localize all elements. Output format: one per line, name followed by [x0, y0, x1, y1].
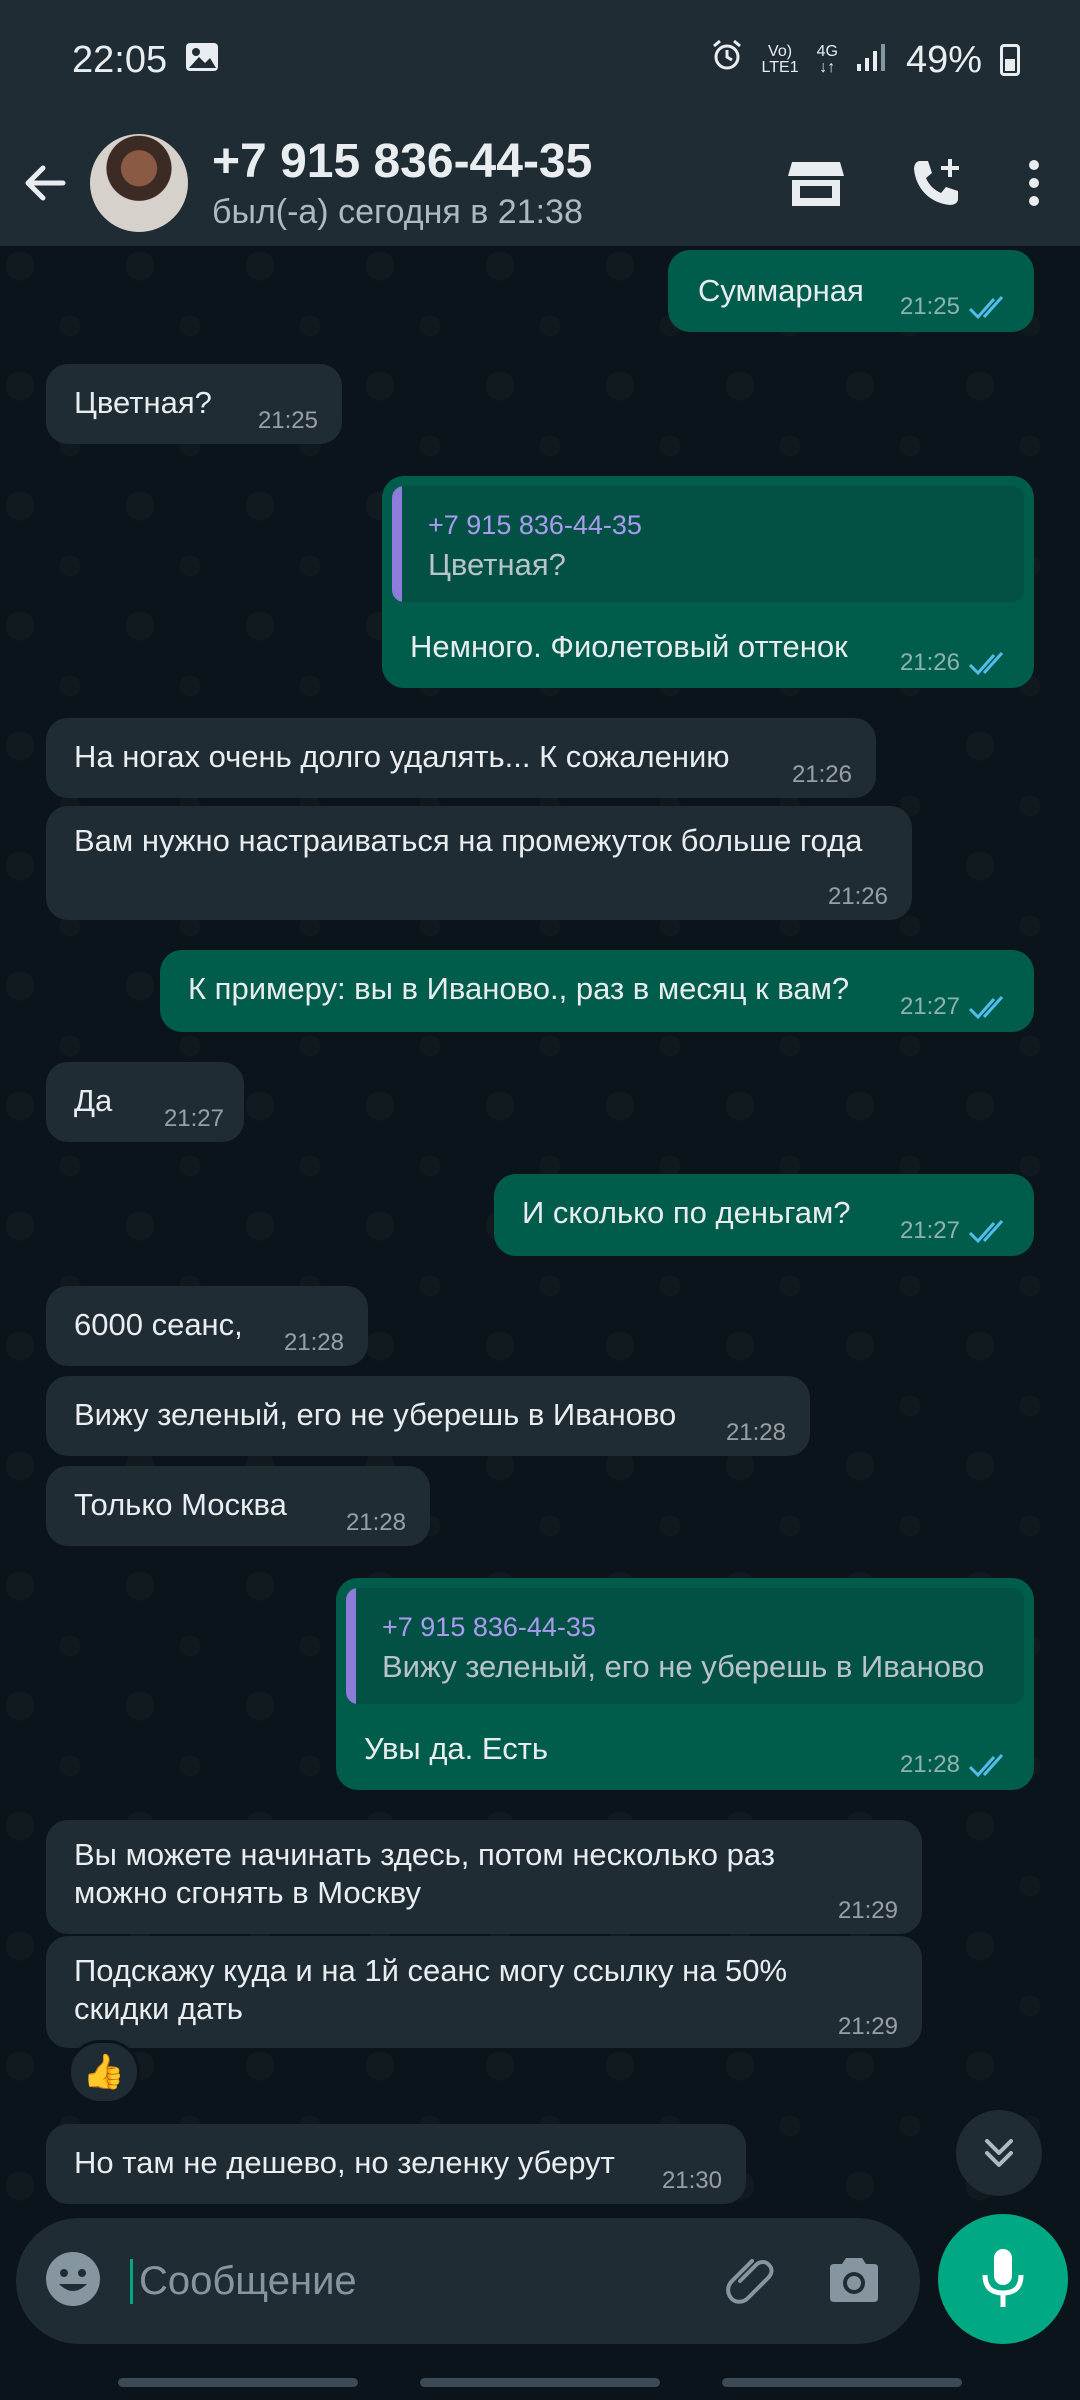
- nav-home[interactable]: [420, 2378, 660, 2387]
- gallery-icon: [185, 39, 219, 82]
- message-text: И сколько по деньгам?: [522, 1195, 851, 1230]
- message-time: 21:28: [283, 1329, 344, 1356]
- emoji-icon[interactable]: [44, 2250, 102, 2313]
- message-text: Немного. Фиолетовый оттенок: [410, 629, 848, 664]
- status-bar: 22:05 Vo) LTE1 4G ↓↑ 49%: [0, 0, 1080, 120]
- nav-back[interactable]: [722, 2378, 962, 2387]
- status-left: 22:05: [72, 39, 219, 82]
- add-call-icon[interactable]: [908, 155, 964, 211]
- signal-icon: [856, 39, 888, 82]
- shop-icon[interactable]: [788, 158, 844, 208]
- message-text: Вам нужно настраиваться на промежуток бо…: [74, 823, 863, 858]
- message-time: 21:28: [725, 1419, 786, 1446]
- read-ticks-icon: [968, 995, 1004, 1019]
- read-ticks-icon: [968, 651, 1004, 675]
- incoming-message[interactable]: Вам нужно настраиваться на промежуток бо…: [46, 806, 912, 920]
- battery-percent: 49%: [905, 38, 982, 81]
- contact-name: +7 915 836-44-35: [212, 135, 593, 188]
- message-text: Суммарная: [698, 273, 864, 308]
- contact-status: был(-а) сегодня в 21:38: [212, 193, 583, 231]
- double-chevron-down-icon: [985, 2139, 1013, 2167]
- message-time: 21:26: [900, 644, 1010, 682]
- quote-author: +7 915 836-44-35: [428, 510, 642, 540]
- nav-recents[interactable]: [118, 2378, 358, 2387]
- incoming-message[interactable]: 6000 сеанс, 21:28: [46, 1286, 368, 1366]
- status-right: Vo) LTE1 4G ↓↑ 49%: [710, 38, 1020, 82]
- outgoing-message[interactable]: И сколько по деньгам? 21:27: [494, 1174, 1034, 1256]
- message-time: 21:27: [900, 1212, 1010, 1250]
- message-text: 6000 сеанс,: [74, 1307, 243, 1342]
- avatar[interactable]: [90, 134, 188, 232]
- incoming-message[interactable]: Вы можете начинать здесь, потом нескольк…: [46, 1820, 922, 1934]
- status-time: 22:05: [72, 38, 168, 81]
- message-time: 21:28: [345, 1509, 406, 1536]
- camera-icon[interactable]: [826, 2254, 882, 2309]
- battery-icon: [1000, 44, 1020, 76]
- incoming-message[interactable]: Цветная? 21:25: [46, 364, 342, 444]
- message-time: 21:27: [163, 1105, 224, 1132]
- system-nav-bar: [0, 2372, 1080, 2400]
- incoming-message[interactable]: На ногах очень долго удалять... К сожале…: [46, 718, 876, 798]
- quoted-message[interactable]: +7 915 836-44-35 Вижу зеленый, его не уб…: [346, 1588, 1024, 1704]
- message-text: Вижу зеленый, его не уберешь в Иваново: [74, 1397, 677, 1432]
- incoming-message[interactable]: Только Москва 21:28: [46, 1466, 430, 1546]
- message-text: Только Москва: [74, 1487, 287, 1522]
- message-input[interactable]: [130, 2258, 722, 2304]
- message-time: 21:29: [837, 2013, 898, 2040]
- message-text: К примеру: вы в Иваново., раз в месяц к …: [188, 971, 850, 1006]
- contact-info[interactable]: +7 915 836-44-35 был(-а) сегодня в 21:38: [212, 134, 788, 232]
- quote-author: +7 915 836-44-35: [382, 1612, 596, 1642]
- message-text: Цветная?: [74, 385, 212, 420]
- alarm-icon: [710, 38, 744, 82]
- message-time: 21:29: [837, 1897, 898, 1924]
- attach-icon[interactable]: [722, 2251, 778, 2312]
- message-time: 21:28: [900, 1746, 1010, 1784]
- read-ticks-icon: [968, 1753, 1004, 1777]
- outgoing-message[interactable]: К примеру: вы в Иваново., раз в месяц к …: [160, 950, 1034, 1032]
- scroll-to-bottom-button[interactable]: [956, 2110, 1042, 2196]
- incoming-message[interactable]: Вижу зеленый, его не уберешь в Иваново 2…: [46, 1376, 810, 1456]
- message-text-line1: Подскажу куда и на 1й сеанс могу ссылку …: [74, 1953, 788, 1988]
- incoming-message[interactable]: Но там не дешево, но зеленку уберут 21:3…: [46, 2124, 746, 2204]
- quote-text: Цветная?: [428, 547, 566, 582]
- message-time: 21:25: [900, 288, 1010, 326]
- outgoing-reply-message[interactable]: +7 915 836-44-35 Вижу зеленый, его не уб…: [336, 1578, 1034, 1790]
- incoming-message[interactable]: Да 21:27: [46, 1062, 244, 1142]
- mic-icon: [982, 2249, 1024, 2307]
- thumbs-up-reaction[interactable]: 👍: [68, 2040, 140, 2104]
- network-type: 4G ↓↑: [816, 43, 838, 76]
- back-arrow-icon[interactable]: [0, 159, 90, 207]
- read-ticks-icon: [968, 295, 1004, 319]
- quoted-message[interactable]: +7 915 836-44-35 Цветная?: [392, 486, 1024, 602]
- message-text-line2: скидки дать: [74, 1991, 243, 2026]
- message-time: 21:30: [661, 2167, 722, 2194]
- more-vert-icon[interactable]: [1028, 159, 1040, 207]
- message-text: Увы да. Есть: [364, 1731, 549, 1766]
- message-time: 21:26: [827, 883, 888, 910]
- outgoing-reply-message[interactable]: +7 915 836-44-35 Цветная? Немного. Фиоле…: [382, 476, 1034, 688]
- incoming-message[interactable]: Подскажу куда и на 1й сеанс могу ссылку …: [46, 1936, 922, 2048]
- message-time: 21:27: [900, 988, 1010, 1026]
- message-text: Да: [74, 1083, 113, 1118]
- voice-record-button[interactable]: [938, 2214, 1068, 2344]
- message-text-line2: можно сгонять в Москву: [74, 1875, 421, 1910]
- message-text: Но там не дешево, но зеленку уберут: [74, 2145, 615, 2180]
- chat-header: +7 915 836-44-35 был(-а) сегодня в 21:38: [0, 120, 1080, 246]
- header-actions: [788, 155, 1080, 211]
- message-time: 21:26: [791, 761, 852, 788]
- volte-indicator: Vo) LTE1: [761, 43, 799, 76]
- quote-text: Вижу зеленый, его не уберешь в Иваново: [382, 1649, 985, 1684]
- message-time: 21:25: [257, 407, 318, 434]
- message-input-bar: [16, 2218, 920, 2344]
- outgoing-message[interactable]: Суммарная 21:25: [668, 250, 1034, 332]
- read-ticks-icon: [968, 1219, 1004, 1243]
- message-text: На ногах очень долго удалять... К сожале…: [74, 739, 730, 774]
- message-text-line1: Вы можете начинать здесь, потом нескольк…: [74, 1837, 775, 1872]
